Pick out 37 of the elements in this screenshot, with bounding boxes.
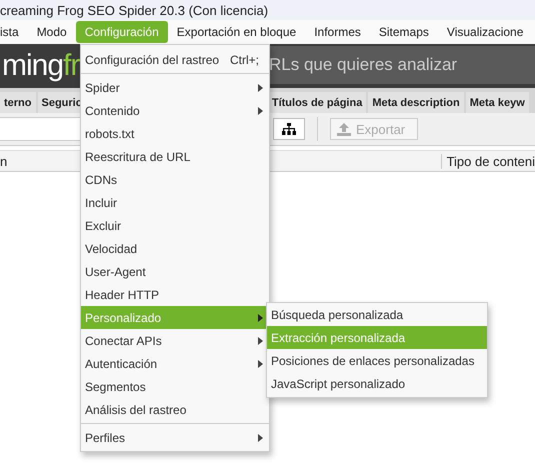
submenu-arrow-icon — [258, 314, 263, 322]
menu-item[interactable]: robots.txt — [81, 122, 269, 145]
tab[interactable]: Meta description — [368, 92, 464, 113]
tree-icon — [282, 123, 296, 135]
menu-bar-item[interactable]: ista — [0, 21, 28, 43]
menu-item[interactable]: Reescritura de URL — [81, 145, 269, 168]
submenu-arrow-icon — [258, 434, 263, 442]
submenu-arrow-icon — [258, 84, 263, 92]
submenu-arrow-icon — [258, 106, 263, 114]
menu-bar-item[interactable]: Exportación en bloque — [168, 21, 306, 43]
tab[interactable]: Meta keyw — [466, 92, 529, 113]
menu-item[interactable]: Velocidad — [81, 237, 269, 260]
menu-item[interactable]: JavaScript personalizado — [267, 372, 487, 395]
menu-bar-item[interactable]: Modo — [28, 21, 76, 43]
window-title: creaming Frog SEO Spider 20.3 (Con licencia) — [0, 2, 268, 18]
menu-item[interactable]: Segmentos — [81, 375, 269, 398]
menu-item[interactable]: Autenticación — [81, 352, 269, 375]
menu-item[interactable]: Conectar APIs — [81, 329, 269, 352]
menu-item[interactable]: CDNs — [81, 168, 269, 191]
menu-item[interactable]: Header HTTP — [81, 283, 269, 306]
menu-bar-item[interactable]: Visualizacione — [438, 21, 532, 43]
site-tree-button[interactable] — [273, 118, 305, 140]
menu-item[interactable]: Incluir — [81, 191, 269, 214]
submenu-arrow-icon — [258, 336, 263, 344]
menu-item[interactable]: Búsqueda personalizada — [267, 303, 487, 326]
menu-bar-item[interactable]: Informes — [305, 21, 370, 43]
submenu-arrow-icon — [258, 360, 263, 368]
menu-item[interactable]: Posiciones de enlaces personalizadas — [267, 349, 487, 372]
upload-icon — [337, 122, 351, 136]
menu-item[interactable]: Perfiles — [81, 426, 269, 449]
tab[interactable]: terno — [0, 92, 36, 113]
tab[interactable]: Títulos de página — [268, 92, 366, 113]
column-header[interactable]: Tipo de conteni — [442, 154, 535, 168]
menu-item[interactable]: User-Agent — [81, 260, 269, 283]
menu-item[interactable]: Excluir — [81, 214, 269, 237]
menu-item[interactable]: Análisis del rastreo — [81, 398, 269, 421]
menu-bar-item[interactable]: Sitemaps — [370, 21, 438, 43]
